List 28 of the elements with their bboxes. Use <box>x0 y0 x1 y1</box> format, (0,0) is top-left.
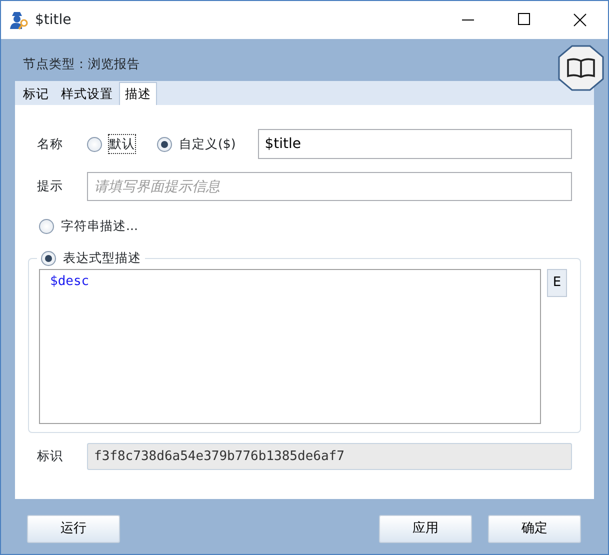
run-button[interactable]: 运行 <box>27 515 120 543</box>
name-field[interactable]: $title <box>258 129 572 159</box>
radio-button[interactable] <box>41 250 56 266</box>
identifier-label: 标识 <box>37 446 64 465</box>
radio-label: 自定义($) <box>179 134 236 153</box>
hint-label: 提示 <box>37 177 64 196</box>
radio-label: 字符串描述... <box>61 217 138 235</box>
radio-label: 表达式型描述 <box>63 248 141 267</box>
app-icon <box>9 10 29 30</box>
identifier-field: f3f8c738d6a54e379b776b1385de6af7 <box>87 442 572 470</box>
expression-editor[interactable]: $desc <box>39 268 541 424</box>
radio-label: 默认 <box>109 134 135 154</box>
radio-button[interactable] <box>87 136 102 152</box>
name-label: 名称 <box>37 134 64 153</box>
dialog-button[interactable]: 应用 <box>379 515 472 543</box>
book-icon[interactable] <box>558 45 604 91</box>
tab[interactable]: 描述 <box>119 82 157 105</box>
radio-button[interactable] <box>39 218 54 234</box>
tab[interactable]: 标记 <box>17 82 55 105</box>
window-title: $title <box>35 10 72 30</box>
radio-button[interactable] <box>157 136 172 152</box>
close-icon[interactable] <box>571 12 589 28</box>
node-type-label: 节点类型：浏览报告 <box>23 54 140 73</box>
expression-button[interactable]: E <box>547 268 567 297</box>
hint-field[interactable]: 请填写界面提示信息 <box>87 172 572 201</box>
maximize-icon[interactable] <box>515 12 533 28</box>
dialog-button[interactable]: 确定 <box>488 515 581 543</box>
tab[interactable]: 样式设置 <box>55 82 119 105</box>
